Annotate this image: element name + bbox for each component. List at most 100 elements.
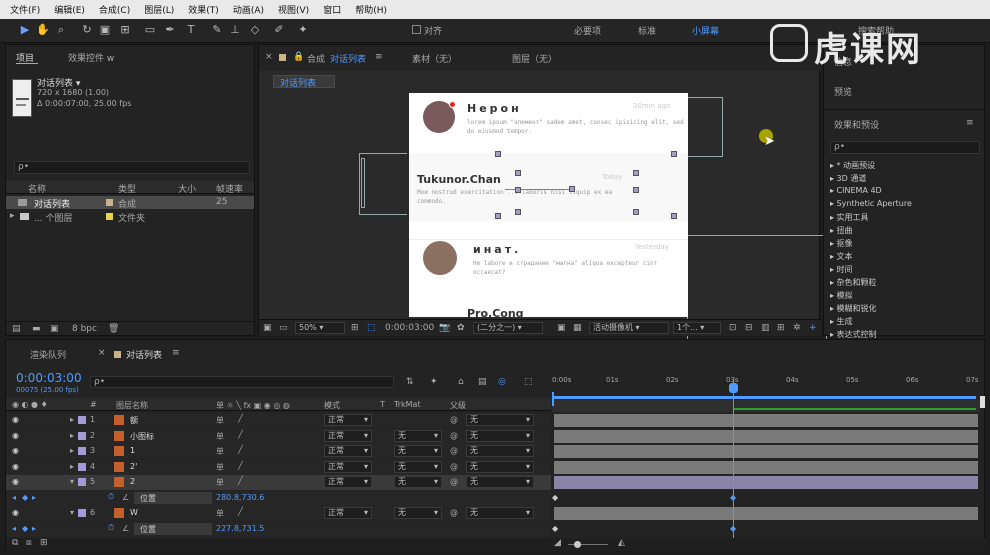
- parent-select[interactable]: 无 ▾: [466, 476, 534, 488]
- effects-category[interactable]: ▸ 扭曲: [830, 225, 853, 236]
- menu-item[interactable]: 合成(C): [99, 3, 130, 16]
- frame-blending-icon[interactable]: ▤: [478, 377, 487, 387]
- brush-tool-icon[interactable]: ✎: [210, 23, 224, 37]
- transform-handle[interactable]: [633, 170, 639, 176]
- toggle-modes-icon[interactable]: ⧈: [26, 538, 32, 548]
- work-area-end[interactable]: [980, 396, 985, 408]
- preview-icon[interactable]: ▣: [263, 323, 272, 333]
- label-color[interactable]: [78, 478, 86, 486]
- transform-handle[interactable]: [633, 209, 639, 215]
- graph-editor-icon[interactable]: ⬚: [524, 377, 533, 387]
- blend-mode-select[interactable]: 正常 ▾: [324, 476, 372, 488]
- workspace-small-screen[interactable]: 小屏幕: [692, 24, 719, 37]
- hand-tool-icon[interactable]: ✋: [36, 23, 50, 37]
- effects-category[interactable]: ▸ 时间: [830, 264, 853, 275]
- tab-footage[interactable]: 素材（无）: [412, 52, 457, 65]
- stopwatch-icon[interactable]: ⏱: [108, 492, 114, 502]
- label-color[interactable]: [106, 199, 113, 206]
- graph-icon[interactable]: ∠: [122, 493, 129, 502]
- trkmat-select[interactable]: 无 ▾: [394, 429, 442, 442]
- shy-switch-icon[interactable]: 单: [216, 446, 224, 457]
- expand-arrow-icon[interactable]: ▸: [70, 415, 74, 424]
- transparency-grid-icon[interactable]: ▦: [573, 323, 582, 333]
- bpc-label[interactable]: 8 bpc: [72, 324, 97, 334]
- layer-row[interactable]: ◉ ▸ 4 2' 单 ╱ 正常 ▾ 无 ▾ @ 无 ▾: [6, 459, 551, 475]
- eye-icon[interactable]: ◉: [12, 431, 19, 440]
- label-color[interactable]: [78, 431, 86, 440]
- anchor-point-handle[interactable]: [569, 186, 575, 192]
- work-area-bar[interactable]: [552, 396, 976, 399]
- expand-arrow-icon[interactable]: ▸: [10, 211, 15, 221]
- next-keyframe-icon[interactable]: ▸: [32, 524, 36, 533]
- col-size[interactable]: 大小: [178, 182, 196, 195]
- zoom-in-icon[interactable]: ◭: [618, 538, 625, 548]
- quality-switch-icon[interactable]: ╱: [238, 445, 243, 454]
- blend-mode-select[interactable]: 正常 ▾: [324, 429, 372, 442]
- effects-category[interactable]: ▸ 杂色和颗粒: [830, 277, 877, 288]
- tab-effect-controls[interactable]: 效果控件 w: [68, 51, 114, 64]
- shy-switch-icon[interactable]: 单: [216, 431, 224, 442]
- new-comp-icon[interactable]: ▣: [50, 324, 59, 334]
- effects-category[interactable]: ▸ 模糊和锐化: [830, 303, 877, 314]
- eraser-tool-icon[interactable]: ◇: [248, 23, 262, 37]
- tab-composition-prefix[interactable]: 合成: [307, 52, 325, 65]
- layer-duration-bar[interactable]: [554, 460, 978, 474]
- keyframe-icon[interactable]: ◆: [552, 524, 558, 533]
- property-value[interactable]: 227.8,731.5: [216, 524, 264, 533]
- effects-category[interactable]: ▸ 模拟: [830, 290, 853, 301]
- pen-tool-icon[interactable]: ✒: [163, 23, 177, 37]
- property-name-box[interactable]: 位置: [134, 491, 212, 504]
- stopwatch-icon[interactable]: ⏱: [108, 523, 114, 533]
- project-item[interactable]: ▸ ... 个图层 文件夹: [6, 210, 254, 224]
- next-keyframe-icon[interactable]: ▸: [32, 493, 36, 502]
- selection-tool-icon[interactable]: ▶: [18, 23, 32, 37]
- effects-category[interactable]: ▸ CINEMA 4D: [830, 186, 882, 195]
- puppet-tool-icon[interactable]: ✦: [296, 23, 310, 37]
- menu-item[interactable]: 图层(L): [144, 3, 174, 16]
- camera-select[interactable]: 活动摄像机 ▾: [589, 322, 669, 334]
- layer-name[interactable]: W: [130, 508, 138, 517]
- trkmat-select[interactable]: 无 ▾: [394, 445, 442, 457]
- expand-arrow-icon[interactable]: ▸: [70, 431, 74, 440]
- parent-select[interactable]: 无 ▾: [466, 429, 534, 442]
- close-icon[interactable]: ×: [265, 52, 273, 62]
- layer-row[interactable]: ◉ ▸ 1 额 单 ╱ 正常 ▾ @ 无 ▾: [6, 413, 551, 428]
- expand-arrow-icon[interactable]: ▸: [70, 462, 74, 471]
- shy-switch-icon[interactable]: 单: [216, 477, 224, 488]
- label-color[interactable]: [78, 416, 86, 424]
- new-folder-icon[interactable]: ▬: [32, 324, 41, 334]
- menu-item[interactable]: 编辑(E): [54, 3, 85, 16]
- layer-name[interactable]: 1: [130, 446, 135, 455]
- gear-icon[interactable]: ✲: [793, 323, 801, 333]
- layer-name[interactable]: 小图标: [130, 431, 154, 442]
- layer-duration-bar[interactable]: [554, 507, 978, 520]
- blend-mode-select[interactable]: 正常 ▾: [324, 445, 372, 457]
- quality-switch-icon[interactable]: ╱: [238, 430, 243, 439]
- safe-zones-icon[interactable]: ⊞: [351, 323, 359, 333]
- blend-mode-select[interactable]: 正常 ▾: [324, 507, 372, 519]
- label-color[interactable]: [78, 462, 86, 471]
- effects-category[interactable]: ▸ 抠像: [830, 238, 853, 249]
- eye-icon[interactable]: ◉: [12, 462, 19, 471]
- col-fps[interactable]: 帧速率: [216, 182, 243, 195]
- layer-duration-bar[interactable]: [554, 414, 978, 427]
- keyframe-icon[interactable]: ◆: [22, 493, 28, 502]
- align-checkbox[interactable]: [412, 25, 421, 34]
- shy-switch-icon[interactable]: 单: [216, 415, 224, 426]
- menu-item[interactable]: 文件(F): [10, 3, 40, 16]
- graph-icon[interactable]: ∠: [122, 524, 129, 533]
- label-color[interactable]: [106, 213, 113, 220]
- close-icon[interactable]: ×: [98, 348, 106, 358]
- tab-menu-icon[interactable]: ≡: [375, 52, 383, 62]
- tab-timeline-comp[interactable]: 对话列表: [126, 348, 162, 361]
- comp-mini-flowchart-icon[interactable]: ⇅: [406, 377, 414, 387]
- viewer-time[interactable]: 0:00:03:00: [385, 323, 434, 333]
- zoom-select[interactable]: 50% ▾: [295, 322, 345, 334]
- clone-tool-icon[interactable]: ⊥: [228, 23, 242, 37]
- menu-item[interactable]: 效果(T): [188, 3, 219, 16]
- roto-tool-icon[interactable]: ✐: [272, 23, 286, 37]
- layer-name[interactable]: 2': [130, 462, 137, 471]
- transform-handle[interactable]: [495, 151, 501, 157]
- transform-handle[interactable]: [671, 213, 677, 219]
- tab-composition[interactable]: 对话列表: [330, 52, 366, 65]
